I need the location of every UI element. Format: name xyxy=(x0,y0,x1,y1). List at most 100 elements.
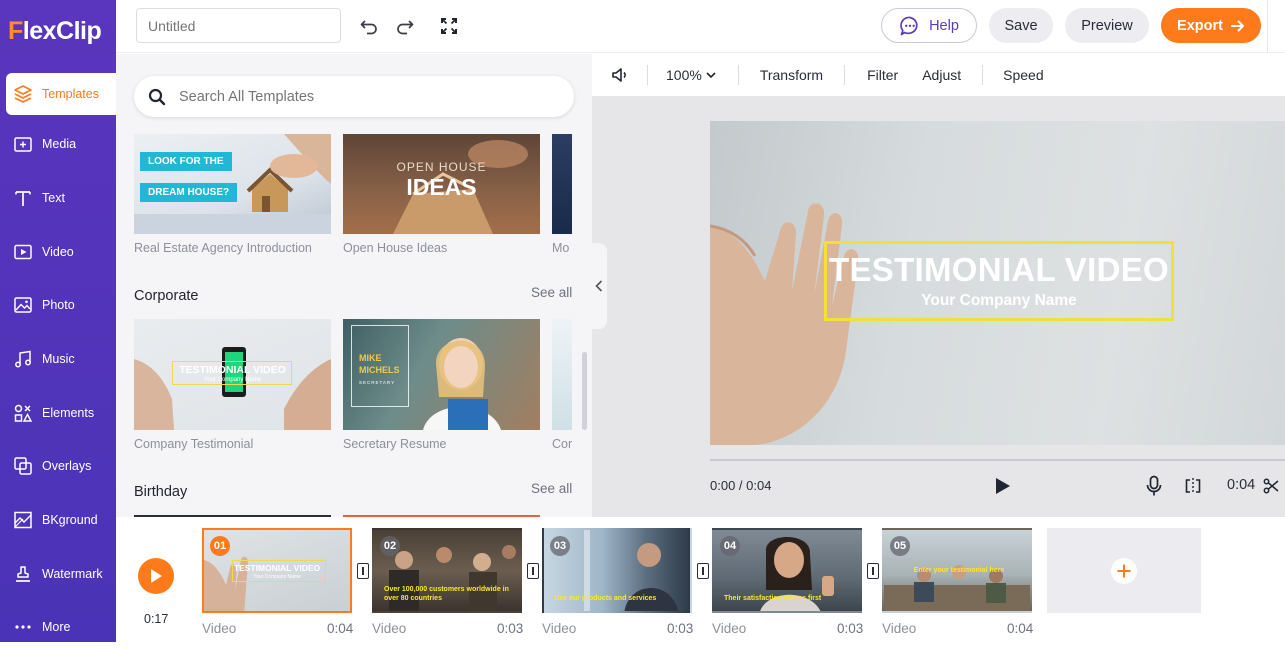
adjust-button[interactable]: Adjust xyxy=(922,67,961,83)
section-title-birthday: Birthday xyxy=(134,484,188,500)
template-thumbnail-secretary-resume[interactable]: MIKE MICHELS SECRETARY xyxy=(343,319,540,430)
watermark-icon xyxy=(12,563,34,585)
filter-button[interactable]: Filter xyxy=(867,67,898,83)
see-all-link-corporate[interactable]: See all xyxy=(531,285,572,300)
scissors-icon[interactable] xyxy=(1263,478,1279,494)
more-icon xyxy=(12,616,34,638)
timeline-clip-1[interactable]: TESTIMONIAL VIDEO Your Company Name 01 xyxy=(202,528,352,613)
sidebar-item-templates[interactable]: Templates xyxy=(6,73,116,115)
save-button[interactable]: Save xyxy=(989,8,1053,43)
thumbnail-text: Your Company Name xyxy=(203,377,262,383)
toolbar-divider xyxy=(844,65,846,85)
sidebar-item-elements[interactable]: Elements xyxy=(6,392,116,434)
transform-button[interactable]: Transform xyxy=(760,67,823,83)
template-thumbnail-partial[interactable] xyxy=(552,319,572,430)
split-icon[interactable] xyxy=(1184,477,1202,495)
clip-duration-label: 0:03 xyxy=(497,621,524,636)
sidebar-item-text[interactable]: Text xyxy=(6,177,116,219)
thumbnail-text: TESTIMONIAL VIDEO xyxy=(179,364,286,376)
redo-icon[interactable] xyxy=(393,14,417,38)
timeline-clip-4[interactable]: Their satisfaction comes first 04 xyxy=(712,528,862,613)
template-thumbnail-open-house[interactable]: OPEN HOUSE IDEAS xyxy=(343,134,540,234)
clip-subtitle-text: Your Company Name xyxy=(253,574,301,580)
thumbnail-text: IDEAS xyxy=(406,174,477,200)
playback-progress-bar[interactable] xyxy=(710,459,1285,461)
flexclip-logo[interactable]: FlexClip xyxy=(8,14,102,48)
clip-number-badge: 04 xyxy=(720,536,740,556)
sidebar-item-photo[interactable]: Photo xyxy=(6,284,116,326)
play-all-button[interactable] xyxy=(138,558,174,594)
template-thumbnail-company-testimonial[interactable]: TESTIMONIAL VIDEO Your Company Name xyxy=(134,319,331,430)
clip-number-badge: 05 xyxy=(890,536,910,556)
transition-button[interactable] xyxy=(527,563,539,579)
title-text-box[interactable]: TESTIMONIAL VIDEO Your Company Name xyxy=(824,241,1174,321)
library-scrollbar[interactable] xyxy=(582,352,587,430)
clip-caption-text: Enter your testimonial here xyxy=(913,567,1005,574)
thumbnail-text: SECRETARY xyxy=(359,380,396,385)
play-icon[interactable] xyxy=(992,476,1012,496)
template-caption: Company Testimonial xyxy=(134,437,254,451)
elements-icon xyxy=(12,402,34,424)
timeline-clip-5[interactable]: Enter your testimonial here 05 xyxy=(882,528,1032,613)
template-thumbnail-partial[interactable] xyxy=(552,134,572,234)
toolbar-divider xyxy=(982,65,984,85)
play-icon xyxy=(149,568,163,584)
chat-icon xyxy=(899,15,921,37)
editor-toolbar: 100% Transform Filter Adjust Speed xyxy=(592,54,1285,96)
export-button[interactable]: Export xyxy=(1161,8,1261,43)
timeline-clip-2[interactable]: Over 100,000 customers worldwide in over… xyxy=(372,528,522,613)
sidebar-item-label: Photo xyxy=(42,298,75,312)
chevron-left-icon xyxy=(595,280,603,292)
sidebar-item-video[interactable]: Video xyxy=(6,231,116,273)
speed-button[interactable]: Speed xyxy=(1003,67,1043,83)
video-canvas[interactable]: TESTIMONIAL VIDEO Your Company Name xyxy=(710,121,1285,445)
thumbnail-text: DREAM HOUSE? xyxy=(140,183,238,202)
sidebar-item-bkground[interactable]: BKground xyxy=(6,499,116,541)
sidebar-item-label: More xyxy=(42,620,71,634)
template-caption: Mo xyxy=(552,241,570,255)
chevron-down-icon xyxy=(706,71,716,79)
clip-type-label: Video xyxy=(712,621,747,636)
sidebar-item-music[interactable]: Music xyxy=(6,338,116,380)
see-all-link-birthday[interactable]: See all xyxy=(531,481,572,496)
music-icon xyxy=(12,348,34,370)
clip-caption-text: Use our products and services xyxy=(554,595,657,602)
volume-icon[interactable] xyxy=(611,66,629,84)
sidebar-item-overlays[interactable]: Overlays xyxy=(6,445,116,487)
sidebar-item-watermark[interactable]: Watermark xyxy=(6,553,116,595)
clip-title-text: TESTIMONIAL VIDEO xyxy=(233,563,321,573)
arrow-right-icon xyxy=(1230,19,1245,33)
sidebar-item-label: Templates xyxy=(42,87,99,101)
thumbnail-text: MIKE xyxy=(359,353,382,363)
photo-icon xyxy=(12,294,34,316)
zoom-dropdown[interactable]: 100% xyxy=(666,67,716,83)
help-button[interactable]: Help xyxy=(881,8,977,43)
sidebar-item-label: BKground xyxy=(42,513,98,527)
transition-button[interactable] xyxy=(867,563,879,579)
clip-duration-label: 0:04 xyxy=(327,621,354,636)
current-time: 0:00 / 0:04 xyxy=(710,478,772,493)
clip-duration-label: 0:03 xyxy=(667,621,694,636)
collapse-panel-button[interactable] xyxy=(591,243,607,329)
project-title-input[interactable] xyxy=(136,8,341,43)
template-search-input[interactable] xyxy=(179,88,549,105)
background-icon xyxy=(12,509,34,531)
undo-icon[interactable] xyxy=(357,14,381,38)
clip-duration-label: 0:03 xyxy=(837,621,864,636)
timeline-clip-3[interactable]: Use our products and services 03 xyxy=(542,528,692,613)
clip-type-label: Video xyxy=(372,621,407,636)
overlays-icon xyxy=(12,455,34,477)
search-icon xyxy=(148,88,166,106)
transition-button[interactable] xyxy=(357,563,369,579)
template-search-bar[interactable] xyxy=(134,76,574,117)
microphone-icon[interactable] xyxy=(1145,475,1163,497)
thumbnail-text: MICHELS xyxy=(359,365,400,375)
clip-number-badge: 01 xyxy=(210,536,230,556)
preview-editor: 100% Transform Filter Adjust Speed TESTI… xyxy=(592,54,1285,517)
sidebar-item-media[interactable]: Media xyxy=(6,123,116,165)
preview-button[interactable]: Preview xyxy=(1065,8,1149,43)
add-clip-button[interactable] xyxy=(1047,528,1201,613)
transition-button[interactable] xyxy=(697,563,709,579)
template-thumbnail-real-estate[interactable]: LOOK FOR THE DREAM HOUSE? xyxy=(134,134,331,234)
fullscreen-icon[interactable] xyxy=(437,14,461,38)
